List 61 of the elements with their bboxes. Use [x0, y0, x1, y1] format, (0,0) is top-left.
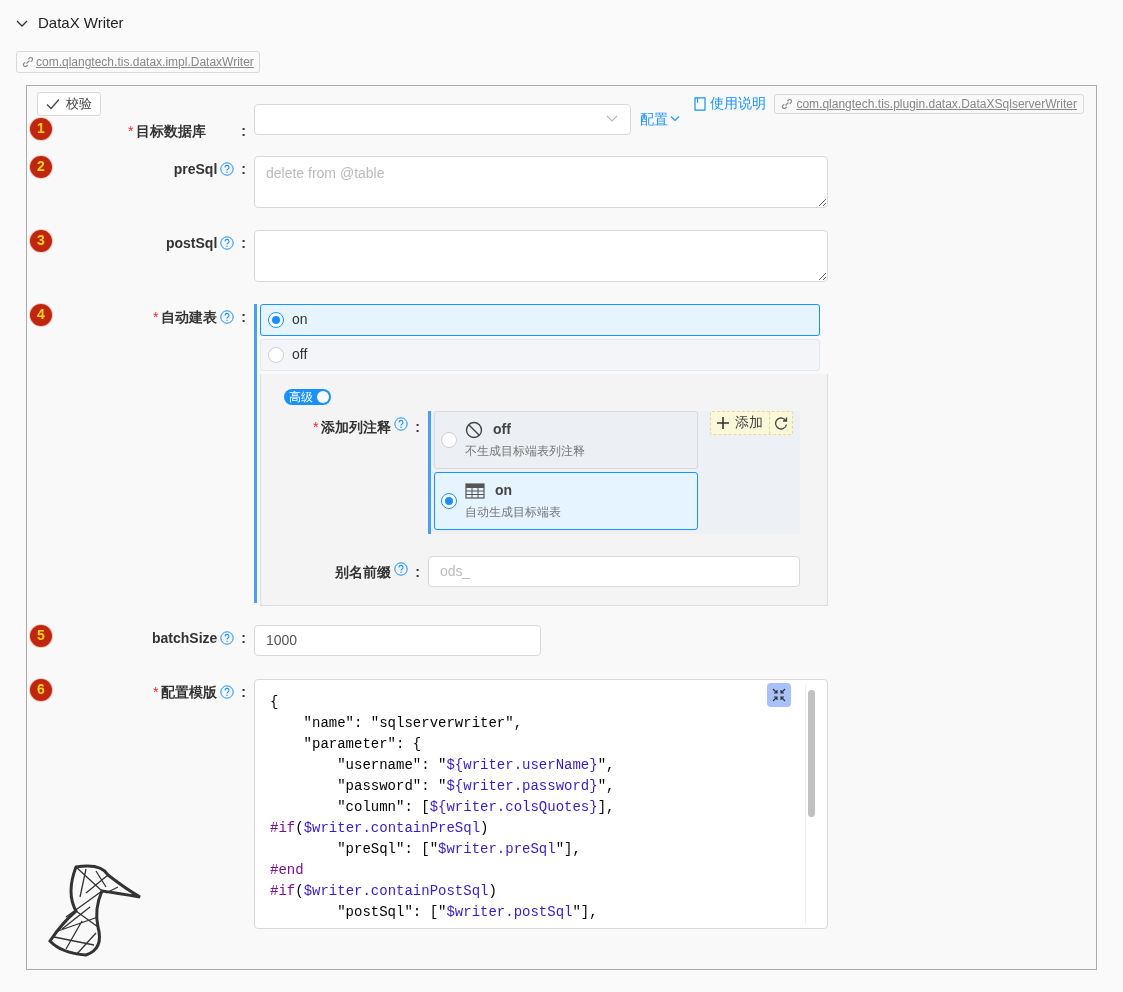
text-input[interactable]: 1000 — [254, 624, 541, 656]
field-label: batchSize — [151, 628, 218, 648]
text-input[interactable]: ods_ — [428, 555, 800, 587]
dropdown-caret-icon — [606, 115, 618, 123]
step-number: 5 — [30, 624, 52, 647]
colon-mark: : — [241, 159, 246, 179]
refresh-icon — [774, 415, 788, 430]
scrollbar[interactable] — [805, 684, 817, 925]
required-mark: * — [312, 417, 319, 437]
field-label: 自动建表 — [161, 307, 218, 327]
field-label: 配置模版 — [161, 682, 218, 702]
option-title: off — [493, 420, 511, 439]
link-icon — [781, 97, 794, 110]
option-description: 自动生成目标端表 — [465, 504, 561, 521]
required-mark: * — [152, 307, 159, 327]
check-icon — [46, 97, 60, 110]
radio-option[interactable]: on — [260, 303, 820, 336]
prohibited-icon — [465, 420, 483, 439]
validate-button[interactable]: 校验 — [37, 92, 101, 116]
code-text: { "name": "sqlserverwriter", "parameter": { "username": "${writer.userName}", "password": "${writer.password}", "column": [${writer.colsQuotes}], #if($writer.containPreSql) "preSql": ["$writer.preSql"], #end #if($writer.containPostSql) "postSql": ["$writer.postSql"], — [269, 692, 616, 922]
step-number: 3 — [30, 229, 52, 252]
field-label: 添加列注释 — [321, 417, 392, 437]
plus-icon — [717, 416, 729, 429]
colon-mark: : — [241, 233, 246, 253]
radio-option[interactable]: off — [260, 338, 820, 371]
field-label: preSql — [173, 159, 218, 179]
document-icon — [694, 96, 707, 111]
colon-mark: : — [241, 682, 246, 702]
radio-icon — [441, 431, 457, 448]
select-field[interactable] — [254, 103, 631, 135]
required-mark: * — [127, 121, 134, 141]
collapse-button[interactable] — [767, 682, 791, 707]
colon-mark: : — [415, 562, 420, 582]
step-number: 1 — [30, 117, 52, 140]
field-label: 目标数据库 — [136, 121, 207, 141]
option-card[interactable]: on 自动生成目标端表 — [434, 471, 698, 530]
option-title: on — [495, 481, 513, 500]
table-icon — [465, 482, 485, 499]
required-mark: * — [152, 682, 159, 702]
step-number: 4 — [30, 303, 52, 326]
field-label: postSql — [166, 233, 218, 253]
text-area[interactable]: delete from @table — [254, 155, 828, 208]
colon-mark: : — [241, 121, 246, 141]
step-number: 6 — [30, 678, 52, 701]
radio-icon — [268, 346, 284, 363]
link-icon — [22, 56, 34, 68]
option-card[interactable]: off 不生成目标端表列注释 — [434, 410, 698, 469]
caret-icon — [670, 115, 680, 123]
colon-mark: : — [241, 628, 246, 648]
radio-icon — [268, 311, 284, 328]
colon-mark: : — [241, 307, 246, 327]
field-label: 别名前缀 — [335, 562, 392, 582]
code-editor[interactable] — [254, 678, 828, 929]
step-number: 2 — [30, 155, 52, 178]
class-link[interactable]: com.qlangtech.tis.datax.impl.DataxWriter — [16, 51, 260, 73]
plugin-link[interactable]: com.qlangtech.tis.plugin.datax.DataXSqlserverWriter — [774, 93, 1084, 114]
colon-mark: : — [415, 417, 420, 437]
section-title: DataX Writer — [38, 12, 124, 33]
radio-icon — [441, 492, 457, 509]
compress-icon — [772, 687, 786, 702]
option-description: 不生成目标端表列注释 — [465, 443, 585, 460]
